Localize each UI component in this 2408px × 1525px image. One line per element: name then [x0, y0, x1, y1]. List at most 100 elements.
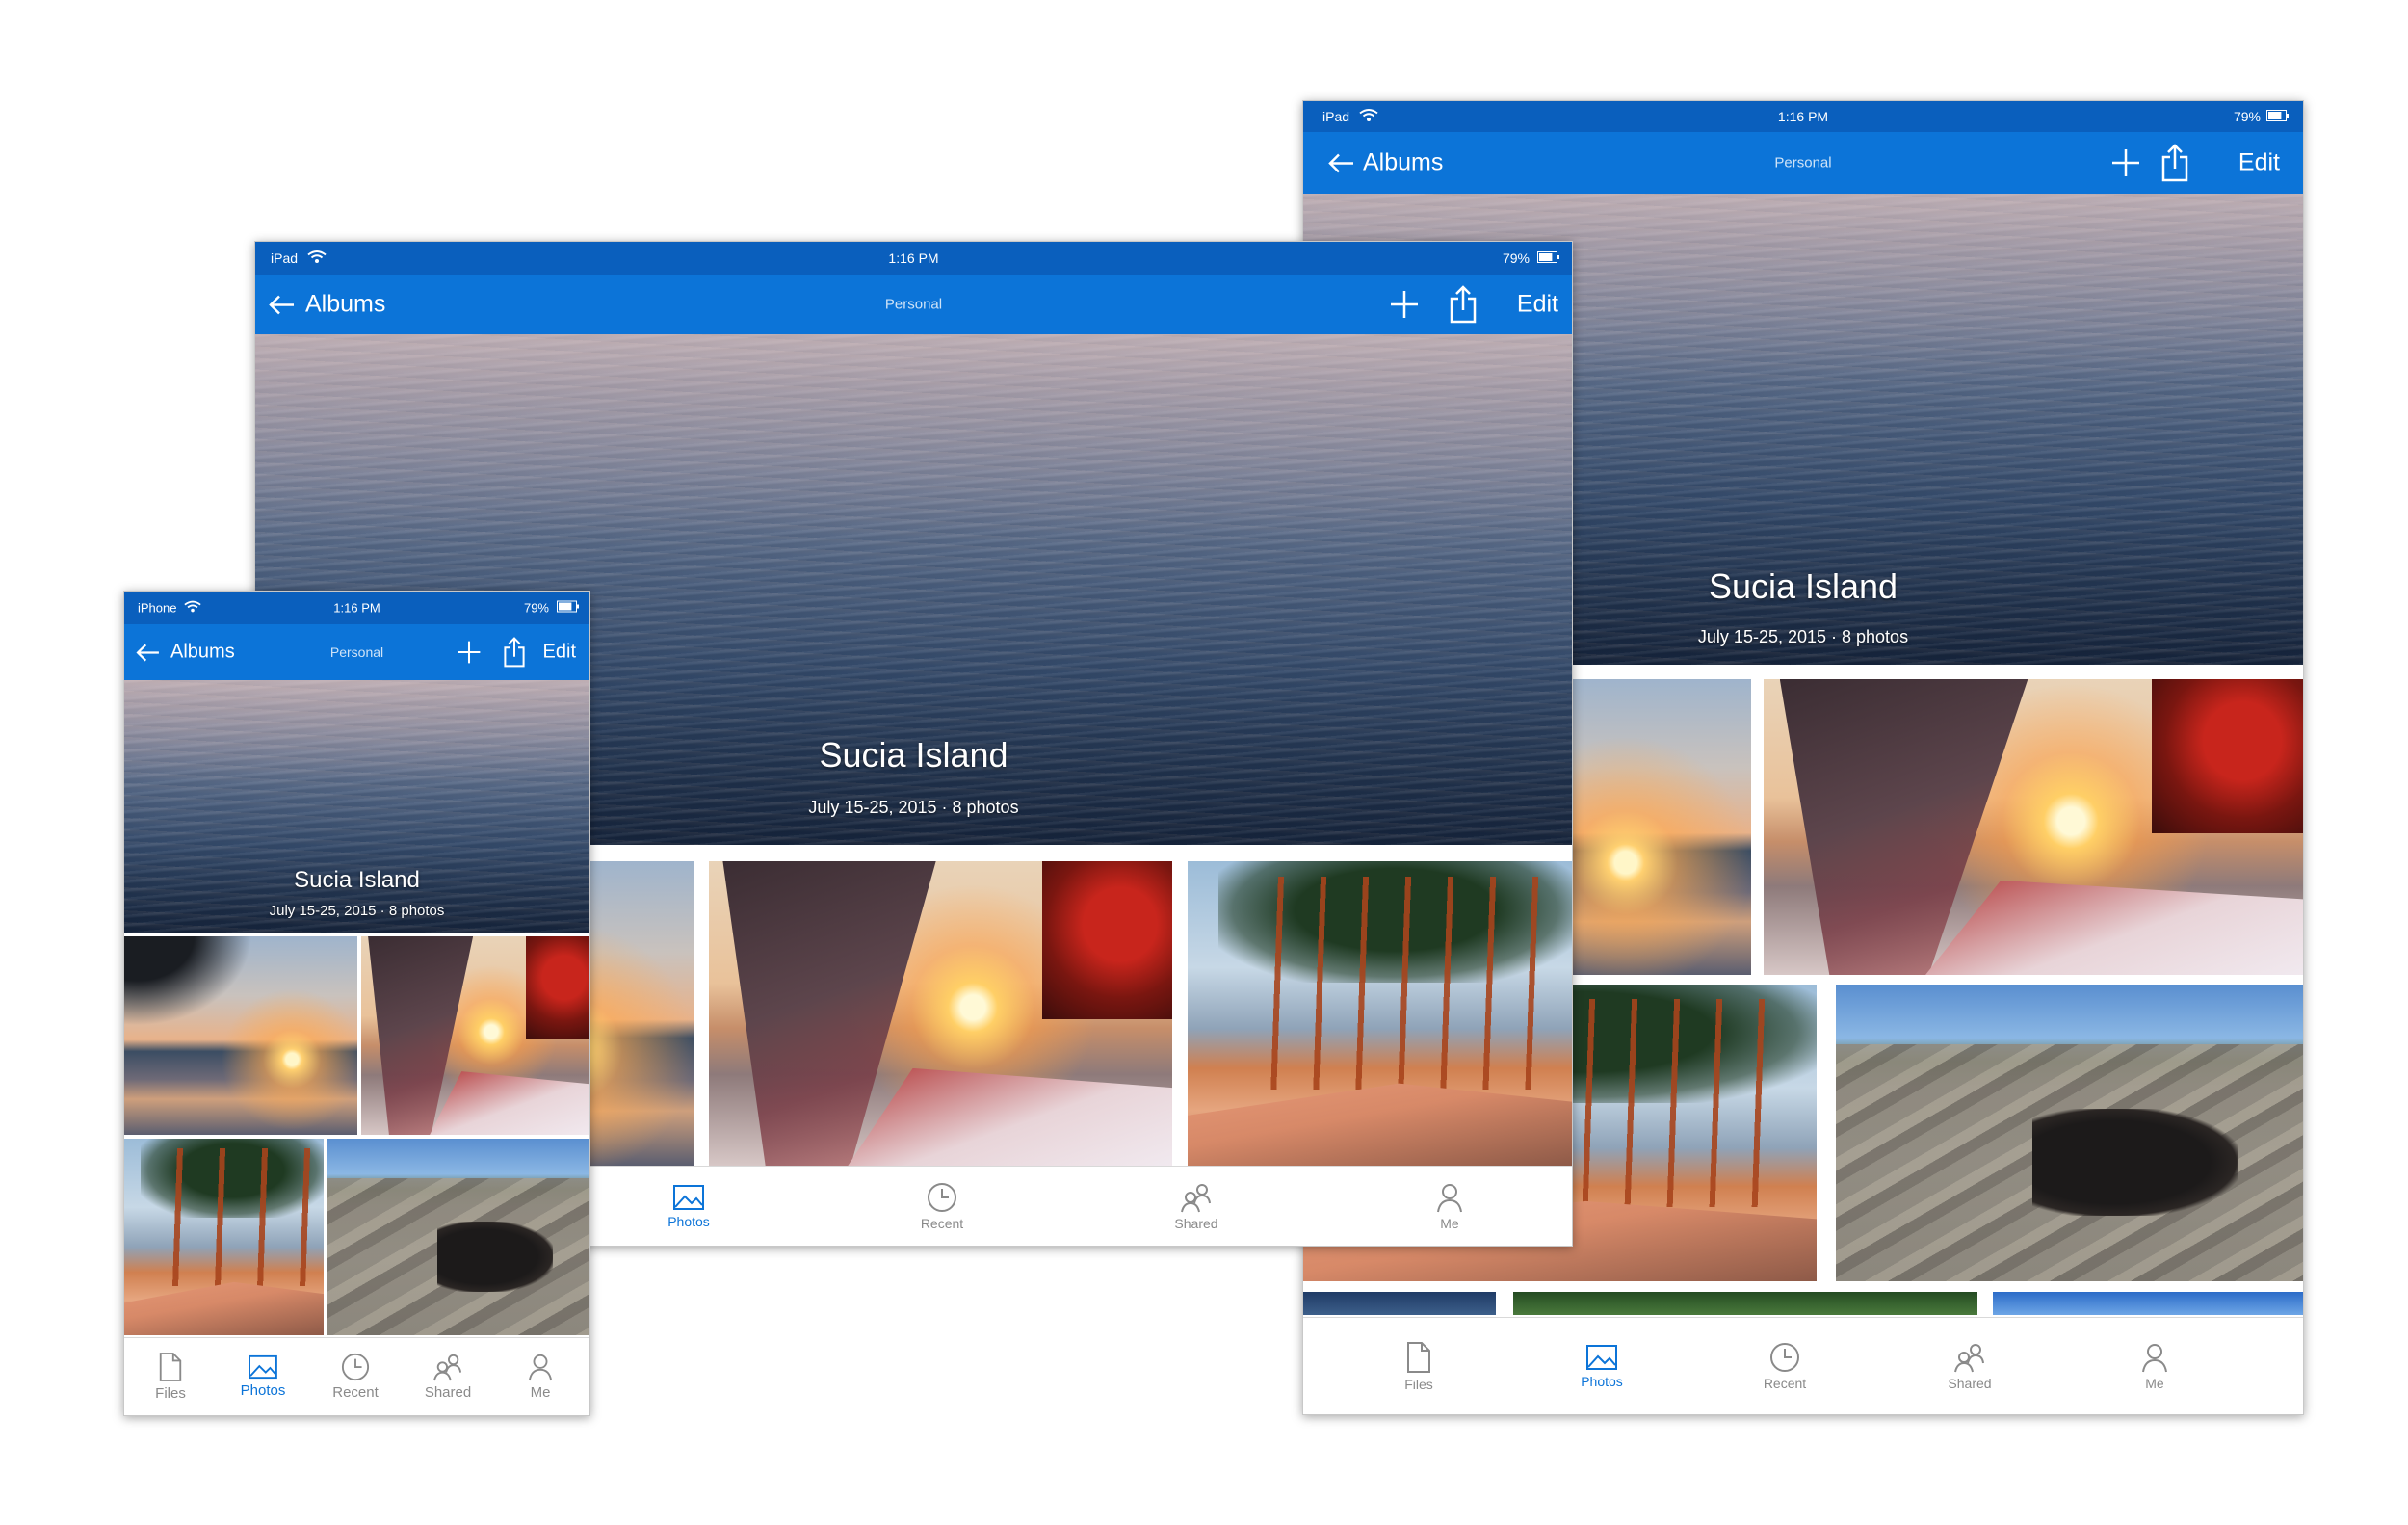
- clock-icon: [1770, 1342, 1799, 1372]
- photo-icon: [673, 1184, 704, 1210]
- back-button[interactable]: Albums: [136, 642, 235, 664]
- plus-icon: [2112, 149, 2139, 176]
- share-button[interactable]: [1449, 285, 1478, 324]
- tab-label: Me: [1440, 1215, 1459, 1231]
- tab-label: Files: [155, 1385, 186, 1402]
- share-button[interactable]: [503, 637, 526, 668]
- plus-icon: [458, 641, 481, 664]
- photo-thumbnail-dog[interactable]: [1836, 985, 2303, 1281]
- edit-button[interactable]: Edit: [1517, 291, 1558, 319]
- back-arrow-icon: [269, 295, 294, 314]
- tab-me[interactable]: Me: [2039, 1318, 2270, 1414]
- people-icon: [1954, 1343, 1984, 1372]
- tab-label: Me: [530, 1384, 551, 1401]
- share-button[interactable]: [2160, 144, 2189, 182]
- battery-icon: [2266, 109, 2290, 124]
- status-time: 1:16 PM: [333, 600, 380, 616]
- tab-label: Shared: [1174, 1215, 1218, 1231]
- person-icon: [1437, 1183, 1462, 1212]
- nav-bar: Albums Personal Edit: [255, 275, 1572, 334]
- tab-bar: Files Photos Recent Shared Me: [124, 1337, 589, 1415]
- photo-icon: [1586, 1344, 1617, 1370]
- back-button[interactable]: Albums: [1328, 149, 1443, 177]
- photo-thumbnail-tent[interactable]: [1764, 679, 2303, 975]
- device-label: iPad: [271, 250, 299, 266]
- tab-files[interactable]: Files: [124, 1338, 217, 1415]
- status-bar: iPad 1:16 PM 79%: [255, 242, 1572, 275]
- status-bar: iPad 1:16 PM 79%: [1303, 101, 2303, 132]
- photo-thumbnail[interactable]: [1513, 1292, 1977, 1315]
- wifi-icon: [184, 600, 201, 616]
- back-label: Albums: [305, 290, 386, 318]
- wifi-icon: [1359, 109, 1378, 125]
- tab-recent[interactable]: Recent: [309, 1338, 402, 1415]
- back-button[interactable]: Albums: [269, 291, 385, 319]
- tab-label: Photos: [240, 1382, 286, 1399]
- photo-thumbnail-dog[interactable]: [327, 1139, 589, 1335]
- add-button[interactable]: [2110, 147, 2141, 178]
- tab-label: Recent: [1763, 1375, 1807, 1391]
- tab-label: Me: [2145, 1375, 2164, 1391]
- nav-center-label: Personal: [884, 296, 943, 313]
- nav-center-label: Personal: [329, 644, 384, 660]
- album-title: Sucia Island: [294, 867, 420, 893]
- tab-label: Shared: [1948, 1375, 1992, 1391]
- add-button[interactable]: [1389, 289, 1420, 320]
- nav-bar: Albums Personal Edit: [1303, 132, 2303, 194]
- tab-label: Files: [1404, 1376, 1433, 1392]
- album-subtitle: July 15-25, 2015 · 8 photos: [1697, 627, 1909, 646]
- album-title: Sucia Island: [1708, 566, 1898, 606]
- tab-label: Photos: [1581, 1373, 1623, 1389]
- photo-thumbnail-tent[interactable]: [361, 936, 589, 1135]
- photo-thumbnail[interactable]: [1303, 1292, 1496, 1315]
- plus-icon: [1391, 291, 1418, 318]
- clock-icon: [928, 1182, 956, 1212]
- device-label: iPad: [1322, 109, 1350, 124]
- photo-thumbnail-trees[interactable]: [124, 1139, 324, 1335]
- tab-recent[interactable]: Recent: [798, 1167, 1086, 1246]
- battery-percent: 79%: [1502, 250, 1530, 266]
- device-label: iPhone: [138, 600, 177, 616]
- iphone-screen: iPhone 1:16 PM 79% Albums Personal Edit …: [123, 591, 590, 1416]
- album-cover: Sucia Island July 15-25, 2015 · 8 photos: [124, 680, 589, 933]
- tab-label: Shared: [424, 1384, 472, 1401]
- back-label: Albums: [1363, 148, 1444, 176]
- edit-button[interactable]: Edit: [543, 642, 576, 664]
- photo-thumbnail-sunset[interactable]: [124, 936, 357, 1135]
- album-subtitle: July 15-25, 2015 · 8 photos: [269, 903, 445, 919]
- photo-thumbnail-tent[interactable]: [709, 861, 1172, 1166]
- person-icon: [528, 1354, 553, 1381]
- people-icon: [1181, 1183, 1211, 1212]
- tab-shared[interactable]: Shared: [402, 1338, 494, 1415]
- tab-label: Photos: [667, 1213, 710, 1229]
- add-button[interactable]: [457, 640, 482, 665]
- wifi-icon: [307, 250, 327, 267]
- file-icon: [1407, 1341, 1430, 1373]
- photo-thumbnail[interactable]: [1993, 1292, 2303, 1315]
- tab-me[interactable]: Me: [494, 1338, 587, 1415]
- share-icon: [504, 637, 525, 668]
- status-time: 1:16 PM: [1777, 109, 1829, 124]
- tab-shared[interactable]: Shared: [1052, 1167, 1341, 1246]
- photo-icon: [249, 1354, 277, 1380]
- back-arrow-icon: [136, 644, 159, 661]
- battery-percent: 79%: [523, 600, 549, 616]
- nav-center-label: Personal: [1774, 154, 1832, 171]
- back-label: Albums: [170, 641, 235, 663]
- status-time: 1:16 PM: [888, 250, 939, 266]
- file-icon: [159, 1353, 182, 1381]
- share-icon: [2161, 144, 2188, 182]
- tab-me[interactable]: Me: [1305, 1167, 1572, 1246]
- people-icon: [433, 1354, 462, 1381]
- battery-icon: [1537, 250, 1560, 266]
- album-title: Sucia Island: [819, 735, 1008, 775]
- battery-percent: 79%: [2233, 109, 2261, 124]
- battery-icon: [557, 600, 580, 616]
- photo-thumbnail-trees[interactable]: [1188, 861, 1572, 1166]
- back-arrow-icon: [1328, 153, 1353, 172]
- edit-button[interactable]: Edit: [2238, 149, 2280, 177]
- tab-photos[interactable]: Photos: [217, 1338, 309, 1415]
- album-subtitle: July 15-25, 2015 · 8 photos: [808, 798, 1019, 817]
- status-bar: iPhone 1:16 PM 79%: [124, 592, 589, 624]
- person-icon: [2142, 1343, 2167, 1372]
